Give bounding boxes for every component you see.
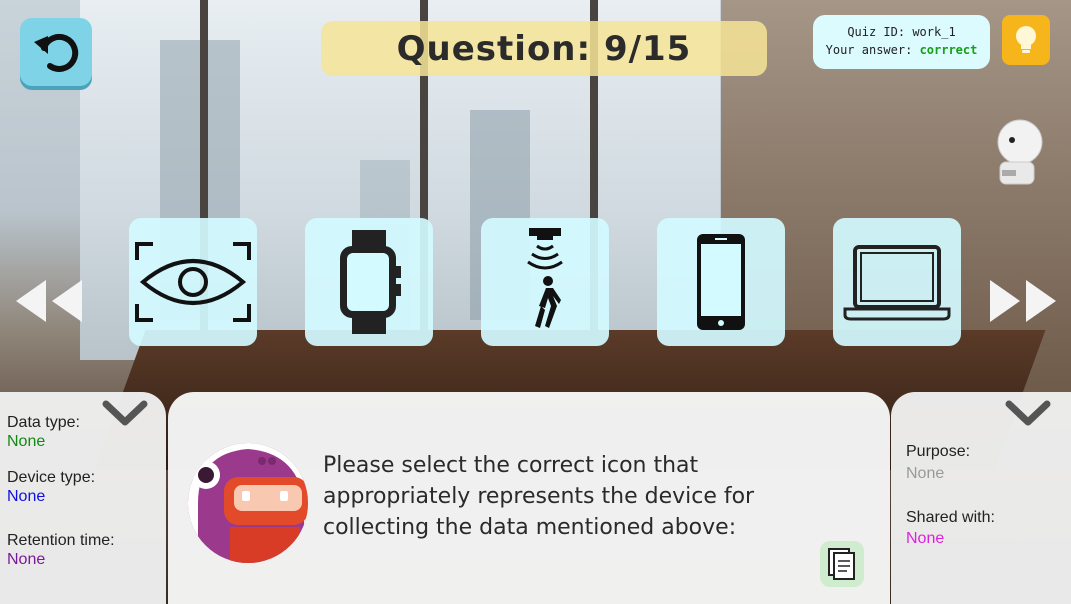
option-card-smartphone[interactable] (657, 218, 785, 346)
data-type-label: Data type: (7, 414, 80, 431)
eye-scan-icon (135, 242, 251, 322)
device-type-value: None (7, 488, 46, 505)
robot-helper-icon (997, 119, 1043, 185)
option-card-laptop[interactable] (833, 218, 961, 346)
document-icon (828, 548, 855, 580)
undo-icon (34, 33, 79, 72)
option-card-eye-scan[interactable] (129, 218, 257, 346)
document-button[interactable] (820, 541, 864, 587)
retention-time-label: Retention time: (7, 532, 115, 549)
chevron-down-icon[interactable] (102, 400, 148, 428)
data-type-value: None (7, 433, 46, 450)
chevron-down-icon[interactable] (1005, 400, 1051, 428)
next-button[interactable] (988, 278, 1062, 324)
option-card-smartwatch[interactable] (305, 218, 433, 346)
left-info-panel: Data type: None Device type: None Retent… (0, 392, 166, 604)
smartphone-icon (697, 234, 745, 330)
character-avatar (188, 443, 308, 563)
shared-with-value: None (906, 530, 945, 547)
rewind-icon (16, 280, 82, 322)
undo-button[interactable] (20, 18, 92, 86)
hint-button[interactable] (1002, 15, 1050, 65)
quiz-id: Quiz ID: work_1 (847, 25, 956, 39)
retention-time-value: None (7, 551, 46, 568)
quiz-info-box: Quiz ID: work_1 Your answer: corrrect (813, 15, 990, 69)
lightbulb-icon (1016, 26, 1036, 53)
smartwatch-icon (340, 230, 401, 334)
question-text: Please select the correct icon that appr… (323, 453, 755, 540)
option-card-motion-sensor[interactable] (481, 218, 609, 346)
question-counter: Question: 9/15 (321, 21, 767, 76)
previous-button[interactable] (10, 278, 84, 324)
laptop-icon (843, 245, 951, 321)
question-label: Question: 9/15 (396, 28, 692, 69)
your-answer-value: corrrect (919, 43, 978, 57)
right-info-panel: Purpose: None Shared with: None (891, 392, 1071, 604)
fast-forward-icon (990, 280, 1056, 322)
purpose-value: None (906, 465, 945, 482)
motion-sensor-icon (527, 228, 563, 328)
device-type-label: Device type: (7, 469, 96, 486)
your-answer: Your answer: corrrect (813, 41, 990, 59)
your-answer-label: Your answer: (825, 43, 913, 57)
purpose-label: Purpose: (906, 443, 971, 460)
shared-with-label: Shared with: (906, 509, 995, 526)
